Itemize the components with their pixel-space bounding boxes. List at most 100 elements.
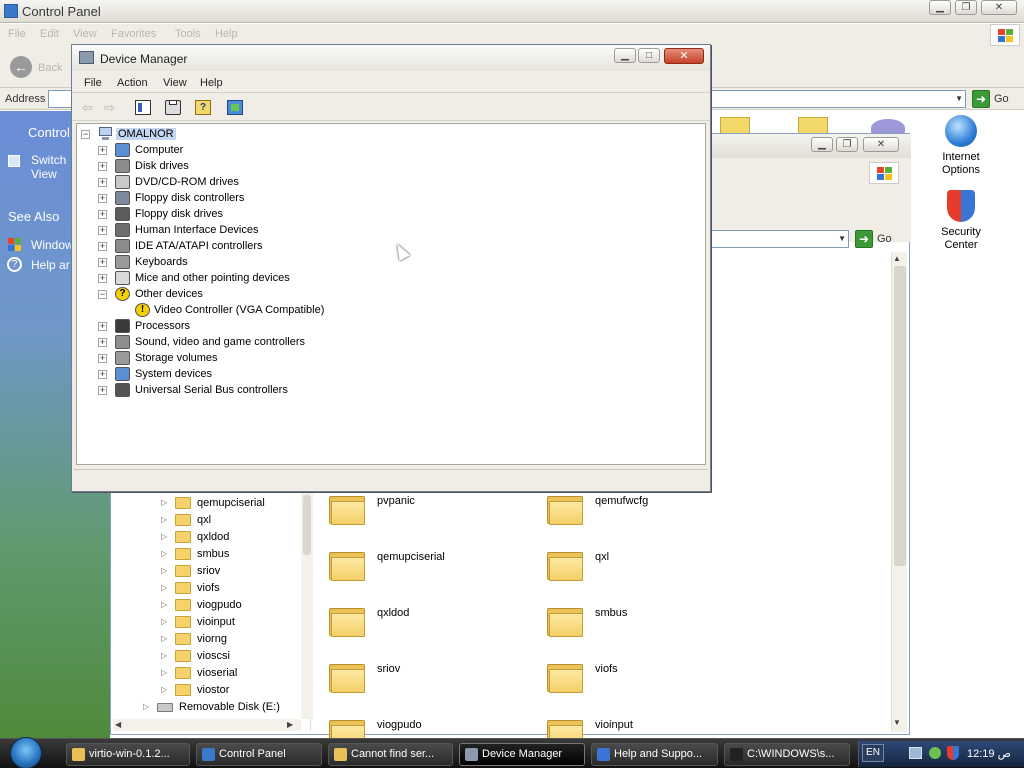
device-manager-toolbar: ⇦ ⇨ ? — [72, 95, 710, 121]
language-indicator[interactable]: EN — [862, 744, 884, 762]
maximize-button[interactable]: □ — [638, 48, 660, 63]
expand-icon[interactable]: ▷ — [161, 617, 170, 626]
expand-icon[interactable]: ▷ — [161, 685, 170, 694]
tree-vertical-scrollbar[interactable] — [301, 491, 313, 719]
computer-icon — [98, 127, 113, 141]
taskbar-app-icon — [730, 748, 743, 761]
help-link[interactable]: Help ar — [31, 258, 70, 272]
expand-icon[interactable]: + — [98, 146, 107, 155]
expand-icon[interactable]: ▷ — [161, 549, 170, 558]
close-button[interactable]: ✕ — [863, 137, 899, 152]
internet-options-item[interactable]: Internet Options — [929, 115, 993, 177]
folder-icon — [175, 548, 191, 560]
expand-icon[interactable]: ▷ — [161, 515, 170, 524]
expand-icon[interactable]: + — [98, 274, 107, 283]
expand-icon[interactable]: ▷ — [161, 634, 170, 643]
expand-icon[interactable]: + — [98, 370, 107, 379]
expand-icon[interactable]: + — [98, 178, 107, 187]
control-panel-titlebar[interactable]: Control Panel ▁ ❐ ✕ — [0, 0, 1024, 23]
explorer-address-input[interactable]: ▼ — [709, 230, 849, 248]
close-button[interactable]: ✕ — [664, 48, 704, 64]
menu-file[interactable]: File — [8, 28, 26, 40]
folder-item[interactable]: qxldod — [329, 605, 529, 645]
taskbar-button[interactable]: Control Panel — [196, 743, 322, 766]
folder-view-scrollbar[interactable]: ▲ ▼ — [891, 252, 907, 732]
network-icon[interactable] — [909, 747, 922, 759]
menu-edit[interactable]: Edit — [40, 28, 59, 40]
collapse-icon[interactable]: − — [81, 130, 90, 139]
menu-tools[interactable]: Tools — [175, 28, 201, 40]
expand-icon[interactable]: ▷ — [143, 702, 152, 711]
taskbar-button[interactable]: virtio-win-0.1.2... — [66, 743, 190, 766]
expand-icon[interactable]: ▷ — [161, 498, 170, 507]
security-center-label-1: Security — [941, 226, 981, 238]
chevron-down-icon[interactable]: ▼ — [955, 94, 963, 103]
minimize-button[interactable]: ▁ — [811, 137, 833, 152]
expand-icon[interactable]: ▷ — [161, 651, 170, 660]
folder-item[interactable]: pvpanic — [329, 493, 529, 533]
taskbar-button[interactable]: Cannot find ser... — [328, 743, 453, 766]
menu-file[interactable]: File — [84, 77, 102, 89]
close-button[interactable]: ✕ — [981, 0, 1017, 15]
show-hide-console-tree-icon[interactable] — [135, 100, 151, 115]
menu-help[interactable]: Help — [200, 77, 223, 89]
expand-icon[interactable]: + — [98, 226, 107, 235]
taskbar-button-label: Help and Suppo... — [614, 748, 703, 760]
go-button[interactable]: ➜ Go — [972, 90, 1014, 108]
expand-icon[interactable]: ▷ — [161, 583, 170, 592]
scan-hardware-icon[interactable] — [227, 100, 243, 115]
expand-icon[interactable]: + — [98, 210, 107, 219]
system-icon — [115, 367, 130, 381]
expand-icon[interactable]: + — [98, 258, 107, 267]
expand-icon[interactable]: + — [98, 194, 107, 203]
windows-update-link[interactable]: Window — [31, 238, 74, 252]
security-shield-icon[interactable] — [947, 746, 959, 760]
menu-action[interactable]: Action — [117, 77, 148, 89]
taskbar-button[interactable]: Device Manager — [459, 743, 585, 766]
switch-view-link[interactable]: Switch — [31, 153, 66, 167]
device-manager-titlebar[interactable]: Device Manager ▁ □ ✕ — [72, 45, 710, 71]
forward-icon[interactable]: ⇨ — [104, 100, 120, 115]
expand-icon[interactable]: + — [98, 338, 107, 347]
print-icon[interactable] — [165, 100, 181, 115]
expand-icon[interactable]: + — [98, 242, 107, 251]
chevron-down-icon[interactable]: ▼ — [838, 234, 846, 243]
menu-view[interactable]: View — [73, 28, 97, 40]
expand-icon[interactable]: + — [98, 162, 107, 171]
taskbar-button[interactable]: Help and Suppo... — [591, 743, 718, 766]
expand-icon[interactable]: ▷ — [161, 532, 170, 541]
expand-icon[interactable]: ▷ — [161, 566, 170, 575]
expand-icon[interactable]: + — [98, 386, 107, 395]
folder-item[interactable]: viofs — [547, 661, 747, 701]
folder-item[interactable]: qemufwcfg — [547, 493, 747, 533]
minimize-button[interactable]: ▁ — [929, 0, 951, 15]
taskbar-app-icon — [465, 748, 478, 761]
properties-help-icon[interactable]: ? — [195, 100, 211, 115]
menu-favorites[interactable]: Favorites — [111, 28, 156, 40]
expand-icon[interactable]: + — [98, 354, 107, 363]
expand-icon[interactable]: + — [98, 322, 107, 331]
back-arrow-icon[interactable]: ← — [10, 56, 32, 78]
security-center-item[interactable]: Security Center — [929, 190, 993, 252]
clock[interactable]: 12:19 ص — [967, 747, 1011, 760]
back-icon[interactable]: ⇦ — [82, 100, 98, 115]
start-button[interactable] — [0, 735, 56, 768]
minimize-button[interactable]: ▁ — [614, 48, 636, 63]
menu-help[interactable]: Help — [215, 28, 238, 40]
menu-view[interactable]: View — [163, 77, 187, 89]
restore-button[interactable]: ❐ — [955, 0, 977, 15]
tray-status-icon[interactable] — [929, 747, 941, 759]
collapse-icon[interactable]: − — [98, 290, 107, 299]
expand-icon[interactable]: ▷ — [161, 600, 170, 609]
folder-item[interactable]: qemupciserial — [329, 549, 529, 589]
expand-icon[interactable]: ▷ — [161, 668, 170, 677]
tree-horizontal-scrollbar[interactable]: ◀ ▶ — [113, 719, 301, 731]
restore-button[interactable]: ❐ — [836, 137, 858, 152]
folder-item[interactable]: smbus — [547, 605, 747, 645]
back-label[interactable]: Back — [38, 62, 62, 74]
switch-view-link-line2[interactable]: View — [31, 167, 57, 181]
explorer-go-button[interactable]: ➜ Go — [855, 230, 897, 248]
folder-item[interactable]: qxl — [547, 549, 747, 589]
taskbar-button[interactable]: C:\WINDOWS\s... — [724, 743, 850, 766]
folder-item[interactable]: sriov — [329, 661, 529, 701]
